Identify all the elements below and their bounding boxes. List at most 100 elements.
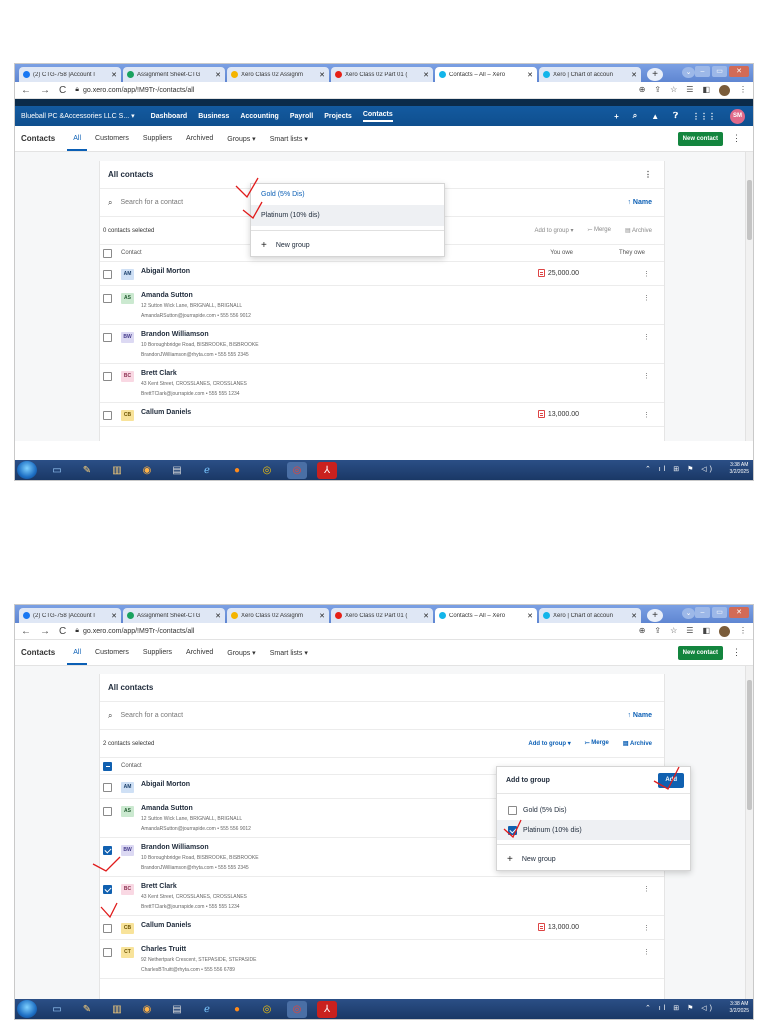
- contact-name[interactable]: Brett Clark: [141, 370, 247, 377]
- browser-tab[interactable]: Xero Class 02 Part 01 (✕: [331, 67, 433, 82]
- chrome-active-taskbar-icon[interactable]: ◎: [287, 461, 307, 479]
- close-icon[interactable]: ✕: [631, 71, 637, 79]
- chrome-taskbar-icon[interactable]: ◎: [257, 462, 277, 479]
- browser-tab[interactable]: Xero | Chart of accoun ✕: [539, 608, 641, 623]
- table-row[interactable]: BC Brett Clark 43 Kent Street, CROSSLANES,…: [100, 877, 664, 916]
- row-checkbox[interactable]: [103, 846, 112, 855]
- explorer-taskbar-icon[interactable]: ▭: [47, 1001, 67, 1018]
- firefox-taskbar-icon[interactable]: ●: [227, 462, 247, 479]
- zoom-icon[interactable]: ⊕: [639, 626, 646, 637]
- close-icon[interactable]: ✕: [319, 71, 325, 79]
- star-icon[interactable]: ☆: [670, 85, 677, 96]
- forward-icon[interactable]: →: [40, 626, 50, 637]
- chrome-active-taskbar-icon[interactable]: ◎: [287, 1000, 307, 1018]
- contact-name[interactable]: Amanda Sutton: [141, 292, 251, 299]
- search-input[interactable]: ⌕ Search for a contact ↑ Name: [100, 702, 664, 730]
- media-player-taskbar-icon[interactable]: ◉: [137, 462, 157, 479]
- group-gold[interactable]: Gold (5% Dis): [251, 184, 444, 205]
- row-checkbox[interactable]: [103, 270, 112, 279]
- row-checkbox[interactable]: [103, 411, 112, 420]
- row-checkbox[interactable]: [103, 333, 112, 342]
- page-scrollbar[interactable]: [745, 152, 753, 441]
- browser-tab[interactable]: (2) CTG-758 |Account I ✕: [19, 608, 121, 623]
- row-checkbox[interactable]: [103, 807, 112, 816]
- tab-smart-lists[interactable]: Smart lists ▾: [270, 135, 308, 143]
- taskbar-clock[interactable]: 3:38 AM 3/2/2025: [730, 1001, 749, 1015]
- contact-name[interactable]: Abigail Morton: [141, 781, 190, 788]
- nav-business[interactable]: Business: [198, 113, 229, 120]
- nav-payroll[interactable]: Payroll: [290, 113, 313, 120]
- profile-avatar[interactable]: [719, 84, 730, 96]
- zoom-icon[interactable]: ⊕: [639, 85, 646, 96]
- share-icon[interactable]: ⇪: [654, 85, 661, 96]
- paint-taskbar-icon[interactable]: ✎: [77, 1001, 97, 1018]
- playlist-icon[interactable]: ☰: [686, 626, 693, 637]
- page-scrollbar[interactable]: [745, 666, 753, 1000]
- close-window-icon[interactable]: ✕: [729, 607, 749, 618]
- tab-search-icon[interactable]: ⌄: [682, 608, 695, 619]
- org-switcher[interactable]: Blueball PC &Accessories LLC S... ▾: [21, 112, 135, 120]
- table-row[interactable]: BC Brett Clark 43 Kent Street, CROSSLANES,…: [100, 364, 664, 403]
- reload-icon[interactable]: C: [59, 626, 66, 637]
- close-window-icon[interactable]: ✕: [729, 66, 749, 77]
- firefox-taskbar-icon[interactable]: ●: [227, 1001, 247, 1018]
- row-options-icon[interactable]: ⋮: [643, 372, 650, 380]
- close-icon[interactable]: ✕: [527, 612, 533, 620]
- close-icon[interactable]: ✕: [319, 612, 325, 620]
- merge-button[interactable]: ⤚ Merge: [588, 227, 611, 234]
- table-row[interactable]: CT Charles Truitt 92 Nethertpark Crescent,…: [100, 940, 664, 979]
- ie-taskbar-icon[interactable]: ℯ: [197, 462, 217, 479]
- archive-button[interactable]: ▤ Archive: [623, 740, 652, 747]
- new-contact-button[interactable]: New contact: [677, 132, 723, 146]
- card-kebab-icon[interactable]: ⋮: [644, 170, 652, 179]
- explorer-taskbar-icon[interactable]: ▭: [47, 462, 67, 479]
- more-options-icon[interactable]: ⋮: [732, 647, 741, 658]
- close-icon[interactable]: ✕: [111, 612, 117, 620]
- maximize-icon[interactable]: ▭: [712, 66, 727, 77]
- more-options-icon[interactable]: ⋮: [732, 133, 741, 144]
- share-icon[interactable]: ⇪: [654, 626, 661, 637]
- row-options-icon[interactable]: ⋮: [643, 270, 650, 278]
- new-contact-button[interactable]: New contact: [677, 646, 723, 660]
- star-icon[interactable]: ☆: [670, 626, 677, 637]
- apps-grid-icon[interactable]: ⋮⋮⋮: [692, 112, 716, 121]
- nav-contacts[interactable]: Contacts: [362, 111, 393, 122]
- scrollbar-thumb[interactable]: [747, 180, 752, 240]
- row-options-icon[interactable]: ⋮: [643, 948, 650, 956]
- close-icon[interactable]: ✕: [111, 71, 117, 79]
- gold-checkbox[interactable]: [508, 805, 517, 815]
- browser-tab[interactable]: Xero Class 02 Part 01 (✕: [331, 608, 433, 623]
- tab-search-icon[interactable]: ⌄: [682, 67, 695, 78]
- back-icon[interactable]: ←: [21, 626, 31, 637]
- close-icon[interactable]: ✕: [423, 612, 429, 620]
- sidepanel-icon[interactable]: ◧: [702, 626, 710, 637]
- table-row[interactable]: BW Brandon Williamson 10 Boroughbridge Roa…: [100, 325, 664, 364]
- browser-tab-active[interactable]: Contacts – All – Xero ✕: [435, 608, 537, 623]
- row-options-icon[interactable]: ⋮: [643, 411, 650, 419]
- notes-taskbar-icon[interactable]: ▤: [167, 462, 187, 479]
- menu-icon[interactable]: ⋮: [739, 85, 747, 96]
- tab-customers[interactable]: Customers: [95, 649, 129, 656]
- you-owe-amount[interactable]: 25,000.00: [537, 269, 579, 277]
- tab-customers[interactable]: Customers: [95, 135, 129, 142]
- help-icon[interactable]: ❓︎: [673, 111, 678, 121]
- new-group-button[interactable]: + New group: [497, 849, 690, 870]
- start-button[interactable]: [17, 1000, 37, 1018]
- row-checkbox[interactable]: [103, 885, 112, 894]
- tab-all[interactable]: All: [67, 649, 87, 665]
- browser-tab[interactable]: Xero | Chart of accoun ✕: [539, 67, 641, 82]
- close-icon[interactable]: ✕: [423, 71, 429, 79]
- add-to-group-button[interactable]: Add to group ▾: [528, 740, 570, 747]
- tab-groups[interactable]: Groups ▾: [227, 135, 255, 143]
- close-icon[interactable]: ✕: [215, 71, 221, 79]
- add-to-group-button[interactable]: Add to group ▾: [534, 227, 573, 234]
- taskbar-clock[interactable]: 3:38 AM 3/2/2025: [730, 462, 749, 476]
- new-tab-button[interactable]: +: [647, 68, 663, 81]
- select-all-checkbox[interactable]: [103, 248, 112, 258]
- acrobat-taskbar-icon[interactable]: ⅄: [317, 1000, 337, 1018]
- sidepanel-icon[interactable]: ◧: [702, 85, 710, 96]
- tab-suppliers[interactable]: Suppliers: [143, 135, 172, 142]
- close-icon[interactable]: ✕: [215, 612, 221, 620]
- contact-name[interactable]: Amanda Sutton: [141, 805, 251, 812]
- tab-suppliers[interactable]: Suppliers: [143, 649, 172, 656]
